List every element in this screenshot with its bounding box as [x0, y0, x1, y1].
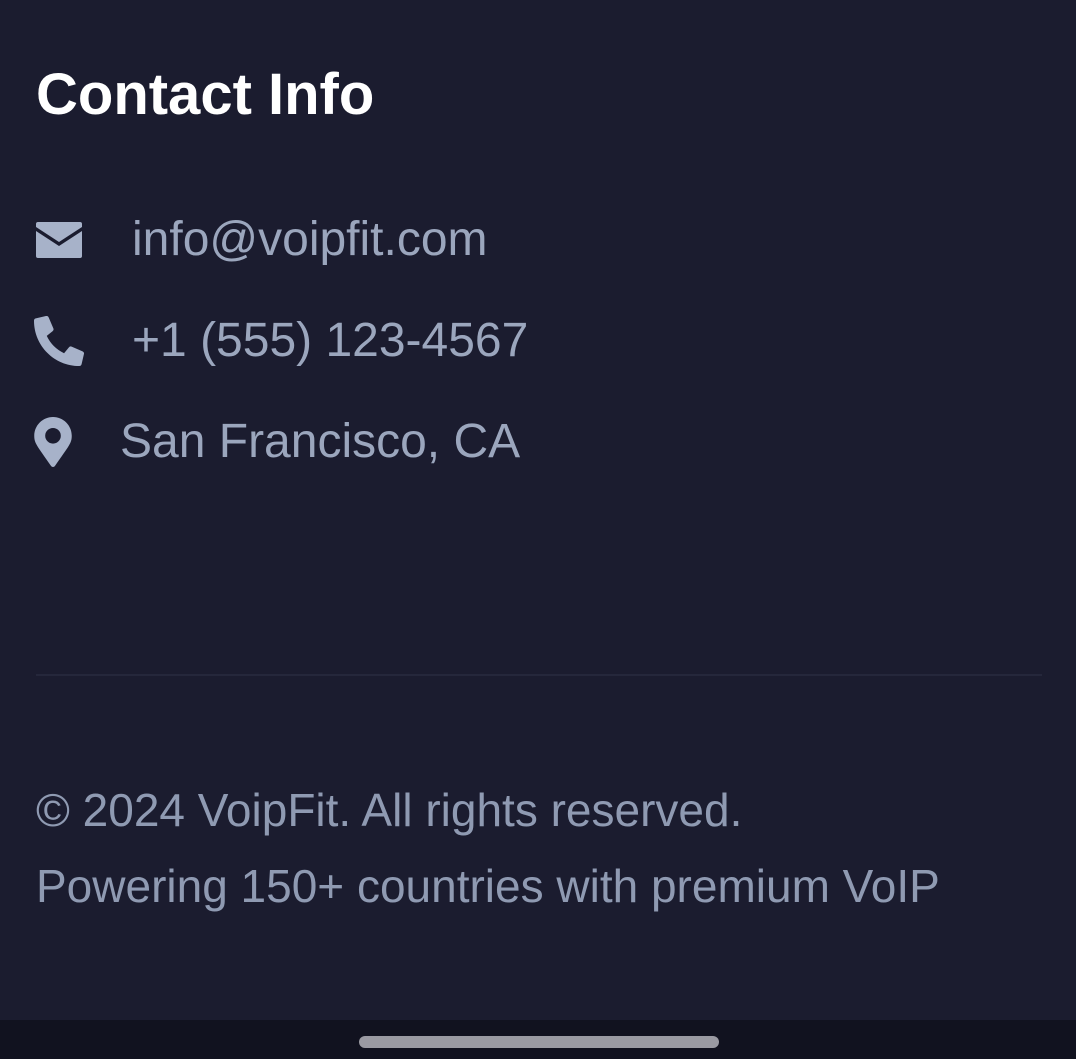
- envelope-icon: [34, 210, 84, 270]
- contact-footer-page: Contact Info info@voipfit.com +1 (555) 1…: [0, 0, 1076, 1059]
- contact-location-text: San Francisco, CA: [120, 415, 521, 468]
- system-navigation-bar: [0, 1020, 1076, 1059]
- tagline-text: Powering 150+ countries with premium VoI…: [36, 860, 940, 912]
- contact-email-row[interactable]: info@voipfit.com: [34, 210, 734, 270]
- copyright-text: © 2024 VoipFit. All rights reserved.: [36, 784, 743, 836]
- home-indicator[interactable]: [359, 1036, 719, 1048]
- map-pin-icon: [34, 412, 84, 472]
- footer-divider: [36, 674, 1042, 676]
- contact-location-row: San Francisco, CA: [34, 412, 734, 472]
- contact-email-link[interactable]: info@voipfit.com: [132, 210, 488, 270]
- contact-info-heading: Contact Info: [36, 62, 375, 127]
- phone-icon: [34, 311, 84, 371]
- contact-phone-row[interactable]: +1 (555) 123-4567: [34, 311, 734, 371]
- contact-phone-link[interactable]: +1 (555) 123-4567: [132, 311, 528, 371]
